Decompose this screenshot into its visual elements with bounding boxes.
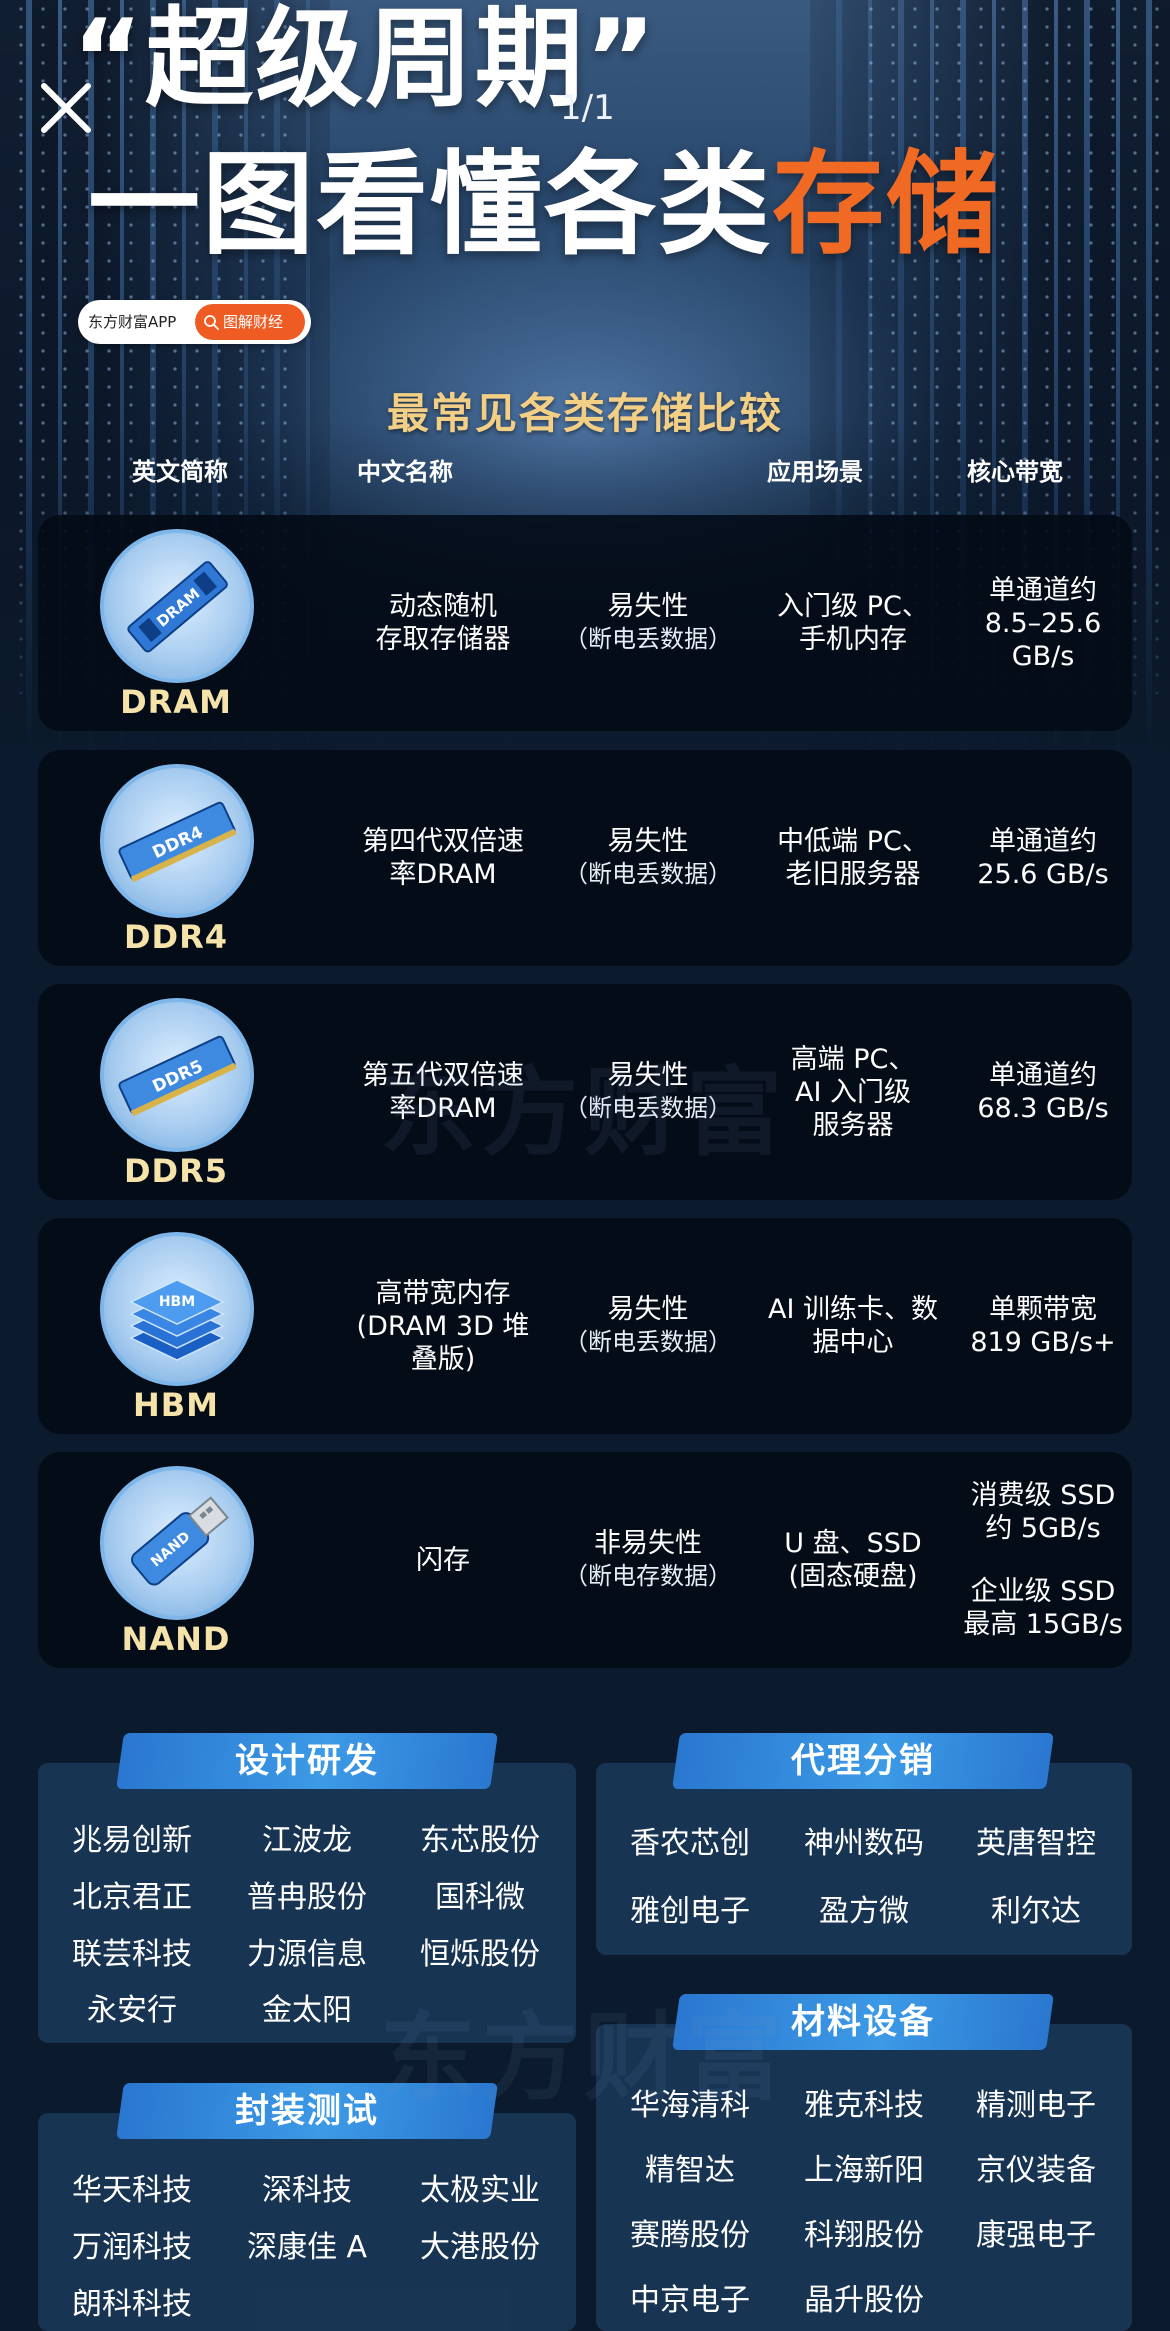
company-name: 东芯股份 — [420, 1823, 540, 1858]
company-name: 香农芯创 — [630, 1826, 750, 1861]
company-name: 精测电子 — [976, 2088, 1096, 2123]
company-name: 大港股份 — [420, 2230, 540, 2265]
table-row: DRAM DRAM 动态随机 存取存储器 易失性 （断电丢数据） 入门级 PC、 手机… — [38, 515, 1132, 731]
column-header-cn: 中文名称 — [357, 458, 453, 486]
company-name: 深康佳 A — [246, 2230, 368, 2265]
company-name: 京仪装备 — [976, 2153, 1096, 2188]
company-name: 精智达 — [645, 2153, 735, 2188]
company-name: 联芸科技 — [72, 1937, 192, 1972]
badge-label: 图解财经 — [223, 313, 284, 331]
badge-pill: 图解财经 — [195, 304, 305, 340]
row-abbr: DDR4 — [123, 918, 229, 956]
ddr5-chip-icon: DDR5 — [100, 998, 254, 1152]
close-icon — [41, 83, 91, 133]
ddr4-chip-icon: DDR4 — [100, 764, 254, 918]
table-row: DDR4 DDR4 第四代双倍速 率DRAM 易失性 （断电丢数据） 中低端 PC、… — [38, 750, 1132, 966]
company-name: 国科微 — [435, 1880, 525, 1915]
search-icon — [204, 315, 219, 330]
company-name: 康强电子 — [976, 2218, 1096, 2253]
infographic-canvas: “超级周期” 一图看懂各类存储 1/1 东方财富APP 图解财经 最常见各类存储… — [0, 0, 1170, 2331]
close-button[interactable] — [38, 80, 94, 136]
company-name: 雅创电子 — [630, 1894, 750, 1929]
company-name: 英唐智控 — [976, 1826, 1096, 1861]
row-bandwidth: 单通道约 8.5–25.6 GB/s — [984, 574, 1102, 672]
hbm-stack-icon: HBM — [100, 1232, 254, 1386]
company-name: 深科技 — [262, 2173, 352, 2208]
category-tag-design: 设计研发 — [116, 1733, 498, 1789]
source-badge: 东方财富APP 图解财经 — [78, 300, 311, 344]
company-name: 华天科技 — [72, 2173, 192, 2208]
company-name: 太极实业 — [420, 2173, 540, 2208]
column-header-abbr: 英文简称 — [132, 458, 228, 486]
category-tag-distribution: 代理分销 — [672, 1733, 1054, 1789]
usb-drive-icon: NAND — [100, 1466, 254, 1620]
row-abbr: DRAM — [120, 683, 232, 721]
section-title: 最常见各类存储比较 — [386, 389, 783, 438]
company-name: 兆易创新 — [72, 1823, 192, 1858]
company-name: 赛腾股份 — [630, 2218, 750, 2253]
table-row: NAND NAND 闪存 非易失性 （断电存数据） U 盘、SSD (固态硬盘) 消… — [38, 1452, 1132, 1668]
row-bandwidth: 消费级 SSD 约 5GB/s 企业级 SSD 最高 15GB/s — [963, 1480, 1123, 1640]
watermark: 东方财富 — [380, 2002, 788, 2114]
company-name: 雅克科技 — [804, 2088, 924, 2123]
company-name: 盈方微 — [819, 1894, 909, 1929]
row-bandwidth: 单通道约 68.3 GB/s — [977, 1060, 1109, 1124]
svg-text:HBM: HBM — [159, 1294, 195, 1310]
company-name: 江波龙 — [262, 1823, 352, 1858]
column-header-app: 应用场景 — [767, 458, 863, 486]
company-name: 科翔股份 — [804, 2218, 924, 2253]
company-name: 中京电子 — [630, 2283, 750, 2318]
title-line-2-orange: 存储 — [772, 140, 1000, 270]
company-name: 上海新阳 — [804, 2153, 924, 2188]
badge-app-name: 东方财富APP — [88, 313, 177, 331]
company-name: 普冉股份 — [247, 1880, 367, 1915]
company-name: 北京君正 — [72, 1880, 192, 1915]
dram-chip-icon: DRAM — [100, 529, 254, 683]
table-row: HBM HBM 高带宽内存 (DRAM 3D 堆叠版) 易失性 （断电丢数据） AI… — [38, 1218, 1132, 1434]
row-abbr: NAND — [121, 1620, 231, 1658]
company-name: 朗科科技 — [72, 2287, 192, 2322]
column-header-bw: 核心带宽 — [967, 458, 1063, 486]
watermark: 东方财富 — [380, 1057, 788, 1169]
company-name: 晶升股份 — [804, 2283, 924, 2318]
company-name: 神州数码 — [804, 1826, 924, 1861]
company-name: 利尔达 — [991, 1894, 1081, 1929]
row-bandwidth: 单颗带宽 819 GB/s+ — [970, 1294, 1116, 1358]
company-name: 永安行 — [87, 1993, 177, 2028]
row-abbr: HBM — [132, 1386, 219, 1424]
company-name: 金太阳 — [262, 1993, 352, 2028]
company-name: 力源信息 — [247, 1937, 367, 1972]
company-name: 恒烁股份 — [420, 1937, 540, 1972]
company-name: 万润科技 — [72, 2230, 192, 2265]
row-abbr: DDR5 — [123, 1152, 229, 1190]
row-bandwidth: 单通道约 25.6 GB/s — [977, 826, 1109, 890]
title-line-2-white: 一图看懂各类 — [88, 140, 772, 270]
title-line-2: 一图看懂各类存储 — [88, 140, 1000, 270]
page-counter: 1/1 — [560, 88, 615, 128]
